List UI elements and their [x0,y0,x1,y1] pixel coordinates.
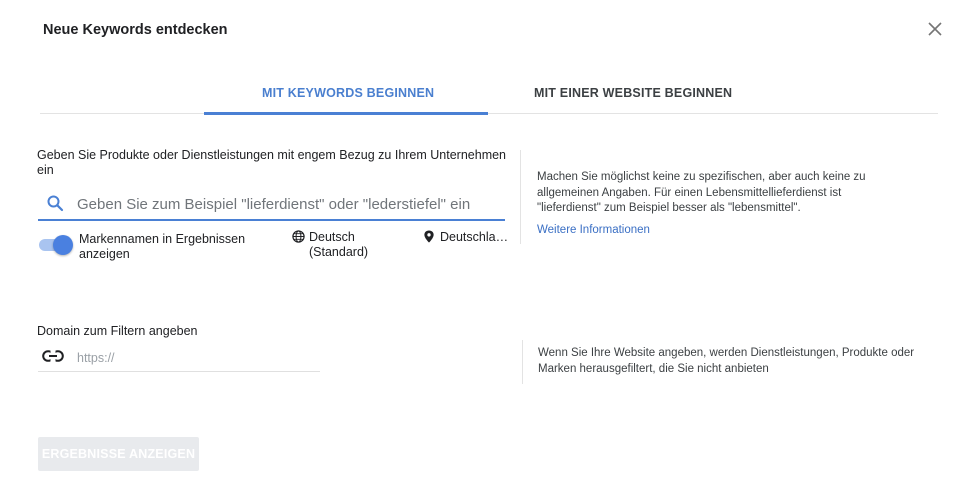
vertical-divider [522,340,523,384]
brand-names-toggle[interactable] [37,235,73,255]
domain-input[interactable] [75,346,319,370]
close-icon[interactable] [926,20,944,38]
brand-names-toggle-label: Markennamen in Ergebnissen anzeigen [79,232,246,261]
keywords-label: Geben Sie Produkte oder Dienstleistungen… [37,148,507,177]
more-info-link[interactable]: Weitere Informationen [537,224,650,236]
tab-website[interactable]: MIT EINER WEBSITE BEGINNEN [534,86,732,100]
location-selector[interactable]: Deutschla… [423,230,508,245]
location-pin-icon [424,230,434,243]
domain-field [38,343,320,372]
language-label: Deutsch (Standard) [309,230,369,259]
link-icon [42,350,64,362]
dialog-title: Neue Keywords entdecken [43,22,228,38]
language-selector[interactable]: Deutsch (Standard) [292,230,379,260]
keywords-help-text: Machen Sie möglichst keine zu spezifisch… [537,171,866,214]
tab-keywords[interactable]: MIT KEYWORDS BEGINNEN [262,86,434,100]
keyword-search-input[interactable] [75,191,499,217]
vertical-divider [520,150,521,244]
toggle-knob [53,235,73,255]
show-results-button[interactable]: ERGEBNISSE ANZEIGEN [38,437,199,471]
globe-icon [292,230,305,243]
tabs-divider [40,113,938,114]
domain-label: Domain zum Filtern angeben [37,324,198,338]
location-label: Deutschla… [440,230,509,244]
search-icon [47,195,64,212]
keyword-search-field [38,187,505,221]
active-tab-indicator [204,112,488,115]
domain-help-text: Wenn Sie Ihre Website angeben, werden Di… [538,347,915,375]
